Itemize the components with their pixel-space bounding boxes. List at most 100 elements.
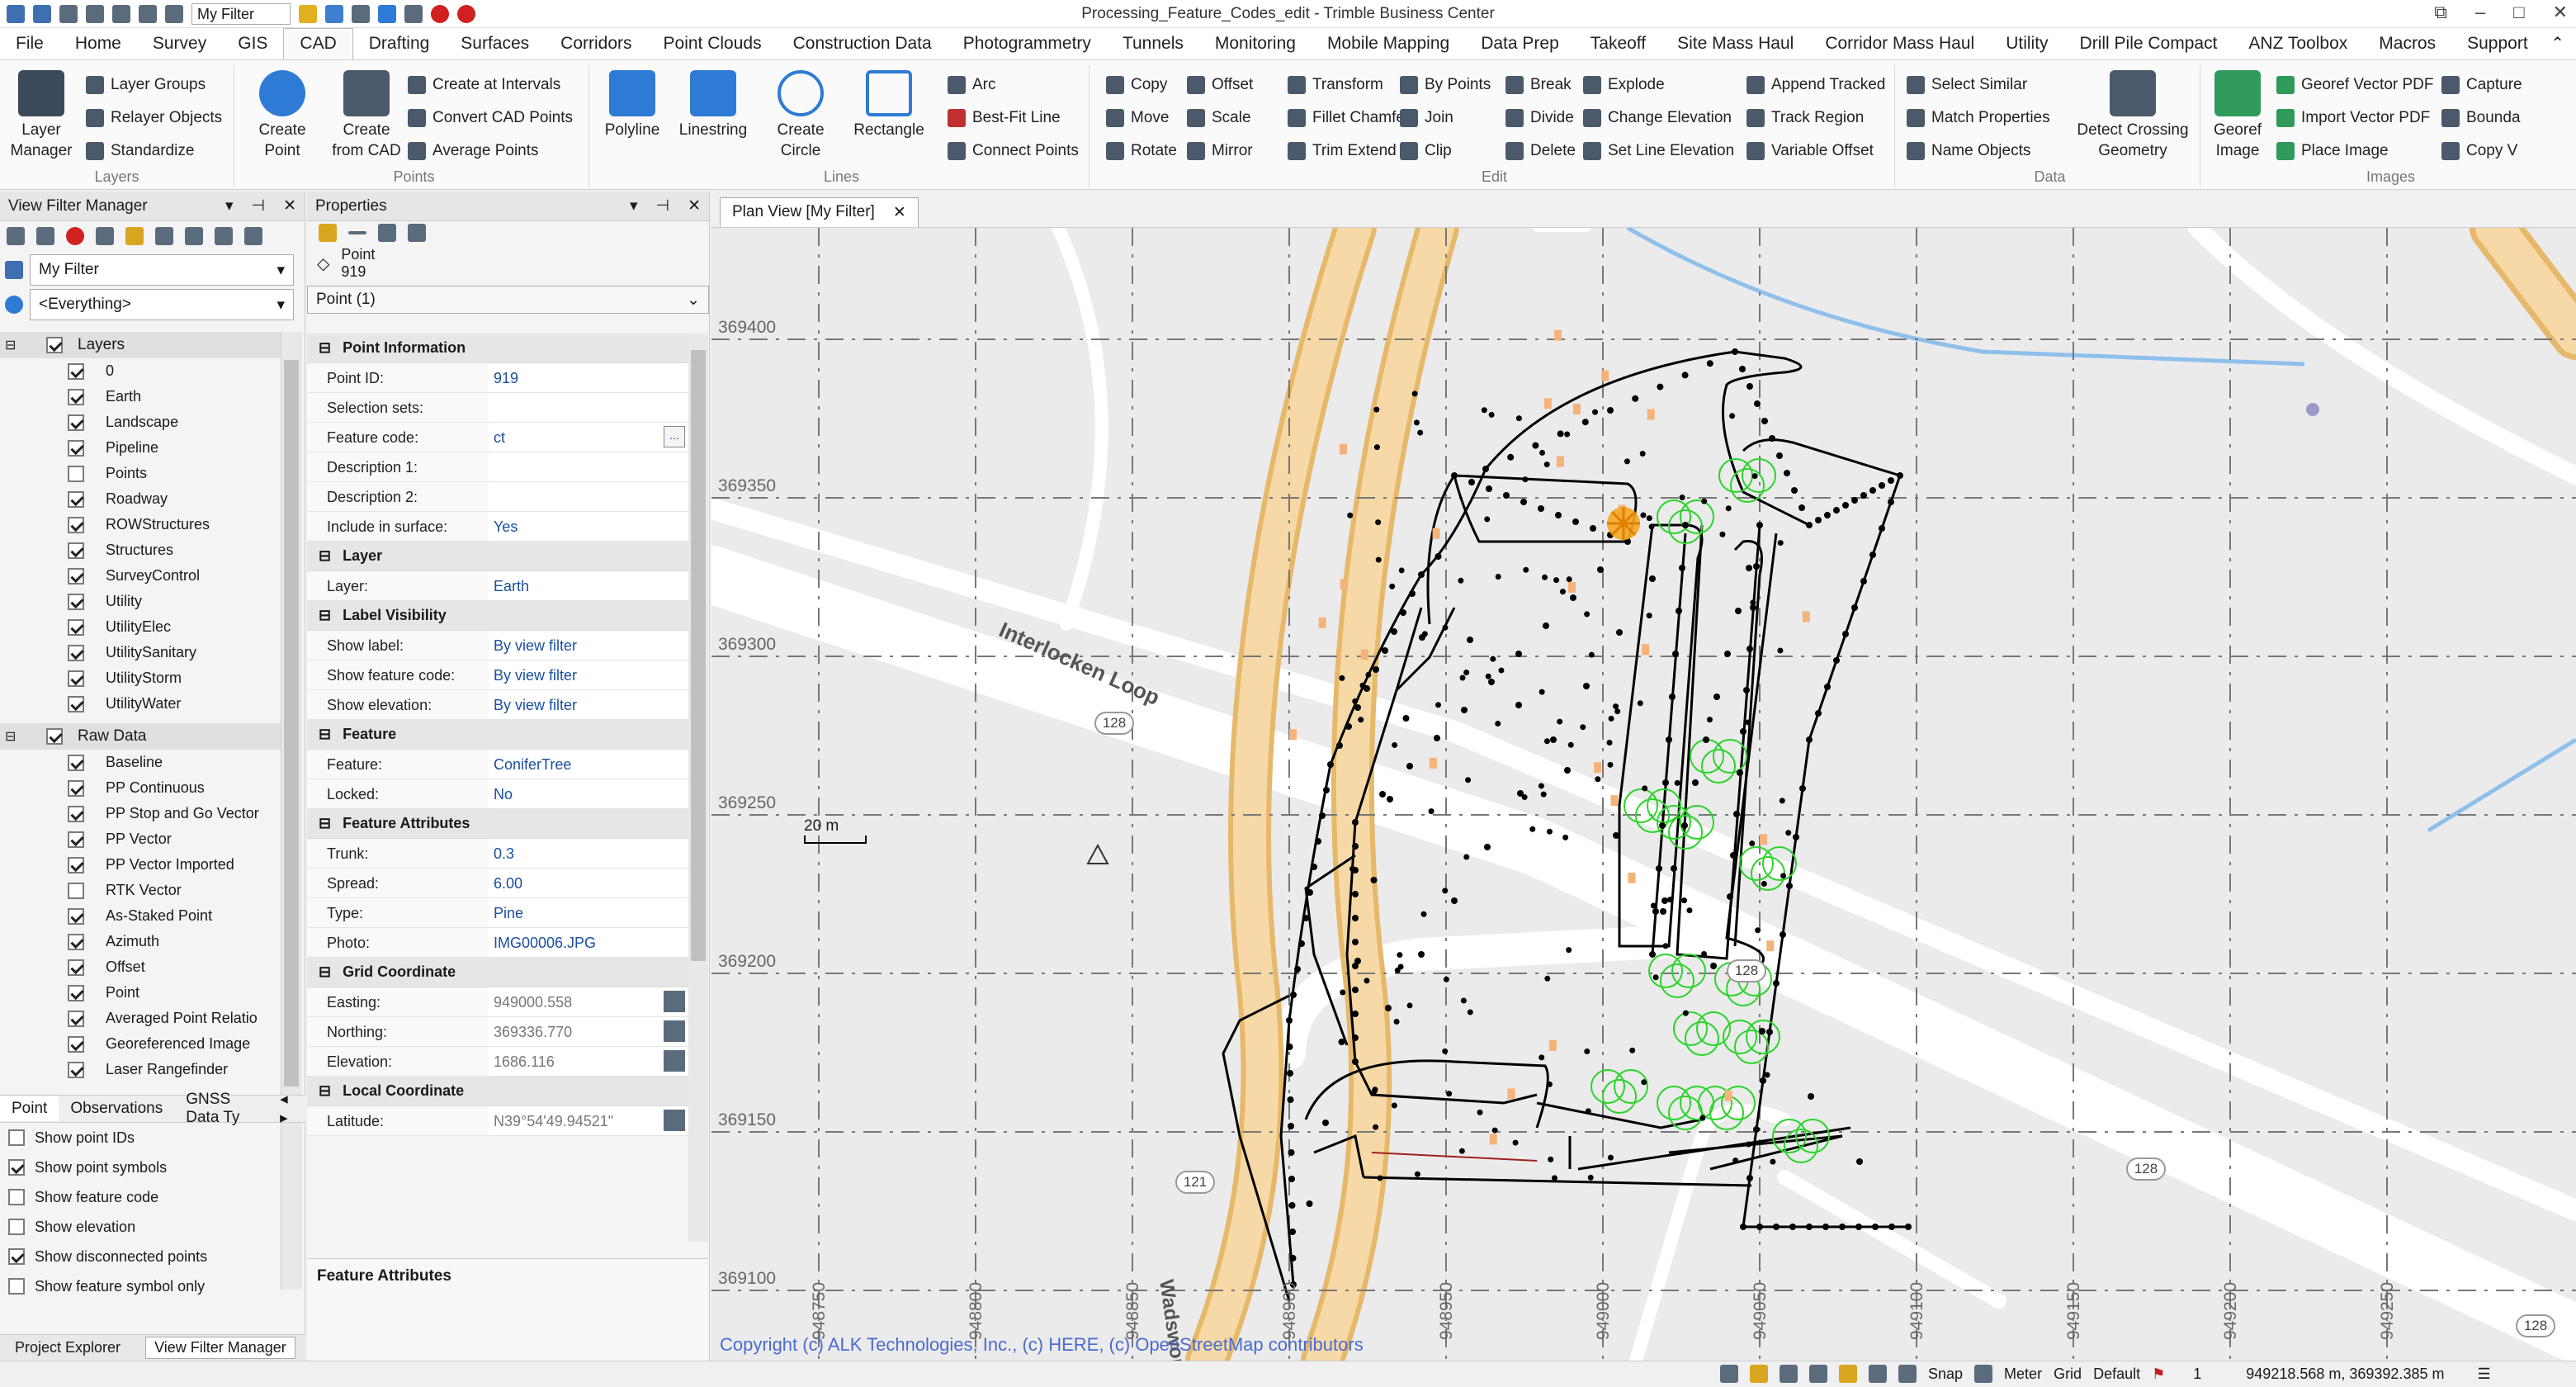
survey-point[interactable] (1539, 689, 1545, 695)
feature-flag[interactable] (1610, 795, 1619, 807)
survey-point[interactable] (1681, 372, 1689, 379)
panel-tab-project-explorer[interactable]: Project Explorer (7, 1337, 129, 1358)
survey-point[interactable] (1632, 395, 1639, 402)
survey-point[interactable] (1855, 1224, 1862, 1230)
profile-select[interactable]: Default (2093, 1366, 2140, 1383)
georef-vector-pdf-button[interactable]: Georef Vector PDF (2276, 70, 2434, 100)
layers-on-icon[interactable] (155, 227, 173, 245)
survey-point[interactable] (1754, 400, 1761, 407)
property-value[interactable]: 6.00 (489, 869, 688, 897)
survey-point[interactable] (1676, 608, 1682, 614)
lightbulb-icon[interactable] (319, 224, 337, 242)
scrollbar-thumb[interactable] (284, 360, 299, 1086)
layer-row[interactable]: Utility (0, 589, 281, 614)
survey-point[interactable] (1692, 779, 1699, 786)
survey-point[interactable] (1375, 556, 1382, 563)
survey-point[interactable] (1468, 479, 1475, 485)
option-checkbox[interactable] (8, 1129, 25, 1146)
survey-point[interactable] (1485, 673, 1491, 679)
close-icon[interactable]: ✕ (688, 196, 701, 215)
survey-point[interactable] (1290, 992, 1297, 998)
delete-icon[interactable] (66, 227, 84, 245)
menu-cad[interactable]: CAD (283, 28, 353, 59)
survey-point[interactable] (1888, 499, 1894, 505)
menu-icon[interactable]: ☰ (2477, 1366, 2490, 1383)
layer-row[interactable]: PP Vector (0, 826, 281, 852)
menu-macros[interactable]: Macros (2363, 29, 2451, 60)
survey-point[interactable] (1352, 819, 1359, 826)
survey-point[interactable] (1490, 656, 1496, 662)
survey-point[interactable] (1434, 735, 1440, 741)
offset-button[interactable]: Offset (1187, 70, 1253, 100)
survey-point[interactable] (1888, 477, 1894, 484)
name-objects-button[interactable]: Name Objects (1907, 136, 2030, 166)
layer-row[interactable]: Roadway (0, 486, 281, 512)
feature-flag[interactable] (1556, 456, 1564, 467)
feature-flag[interactable] (1568, 581, 1576, 593)
survey-point[interactable] (1639, 451, 1646, 457)
survey-point[interactable] (1522, 476, 1529, 483)
survey-point[interactable] (1679, 495, 1685, 501)
menu-point-clouds[interactable]: Point Clouds (648, 29, 778, 60)
layer-checkbox[interactable] (68, 542, 84, 559)
survey-point[interactable] (1418, 951, 1425, 958)
survey-point[interactable] (1418, 571, 1425, 578)
feature-flag[interactable] (1601, 370, 1609, 381)
polyline-button[interactable]: Polyline (599, 70, 665, 140)
feature-flag[interactable] (1553, 329, 1562, 341)
survey-point[interactable] (1555, 512, 1562, 518)
tab-plan-view[interactable]: Plan View [My Filter] ✕ (720, 197, 919, 227)
survey-point[interactable] (1572, 518, 1579, 525)
survey-point[interactable] (1486, 485, 1492, 492)
property-value[interactable]: Pine (489, 898, 688, 927)
survey-point[interactable] (1770, 1158, 1776, 1165)
layer-checkbox[interactable] (68, 465, 84, 482)
match-properties-button[interactable]: Match Properties (1907, 103, 2050, 133)
survey-point[interactable] (1392, 741, 1398, 748)
map-canvas[interactable]: 369400 369350 369300 369250 369200 369150 3691… (711, 228, 2576, 1361)
menu-file[interactable]: File (0, 29, 59, 60)
hierarchy-icon[interactable] (378, 224, 396, 242)
survey-point[interactable] (1406, 1002, 1413, 1009)
property-value[interactable]: 919 (489, 363, 688, 392)
minimize-icon[interactable]: – (2475, 2, 2485, 23)
property-value[interactable]: ConiferTree (489, 750, 688, 779)
survey-point[interactable] (1336, 742, 1343, 749)
survey-point[interactable] (1352, 1058, 1359, 1065)
collapse-icon[interactable]: ⊟ (5, 728, 16, 745)
property-value[interactable]: 0.3 (489, 839, 688, 868)
transform-button[interactable]: Transform (1288, 70, 1383, 100)
survey-point[interactable] (1389, 583, 1396, 589)
feature-flag[interactable] (1360, 649, 1368, 660)
survey-point[interactable] (1358, 717, 1364, 723)
property-value[interactable] (489, 452, 688, 481)
menu-gis[interactable]: GIS (222, 29, 283, 60)
survey-point[interactable] (1776, 452, 1783, 459)
survey-point[interactable] (1543, 738, 1550, 745)
layer-row[interactable]: Point (0, 980, 281, 1006)
tab-point[interactable]: Point (0, 1096, 59, 1121)
layer-checkbox[interactable] (68, 1010, 84, 1027)
survey-point[interactable] (1375, 519, 1382, 526)
survey-point[interactable] (1674, 779, 1680, 786)
standardize-button[interactable]: Standardize (86, 136, 194, 166)
survey-point[interactable] (1719, 531, 1726, 537)
collapse-icon[interactable]: ⊟ (319, 963, 331, 981)
option-row[interactable]: Show feature code (0, 1182, 305, 1212)
property-value[interactable]: By view filter (489, 690, 688, 719)
pin-icon[interactable]: ⊣ (252, 196, 266, 215)
survey-point[interactable] (1521, 794, 1528, 801)
feature-flag[interactable] (1548, 1039, 1557, 1051)
survey-point[interactable] (1701, 950, 1708, 957)
layer-checkbox[interactable] (68, 1061, 84, 1078)
survey-point[interactable] (1764, 1072, 1770, 1078)
survey-point[interactable] (1442, 888, 1449, 894)
survey-point[interactable] (1523, 566, 1529, 573)
convert-cad-points-button[interactable]: Convert CAD Points (408, 103, 573, 133)
survey-point[interactable] (1657, 383, 1664, 391)
survey-point[interactable] (1520, 499, 1527, 505)
survey-point[interactable] (1606, 739, 1613, 746)
menu-utility[interactable]: Utility (1990, 29, 2063, 60)
survey-point[interactable] (1839, 1224, 1846, 1230)
survey-point[interactable] (1730, 852, 1737, 859)
